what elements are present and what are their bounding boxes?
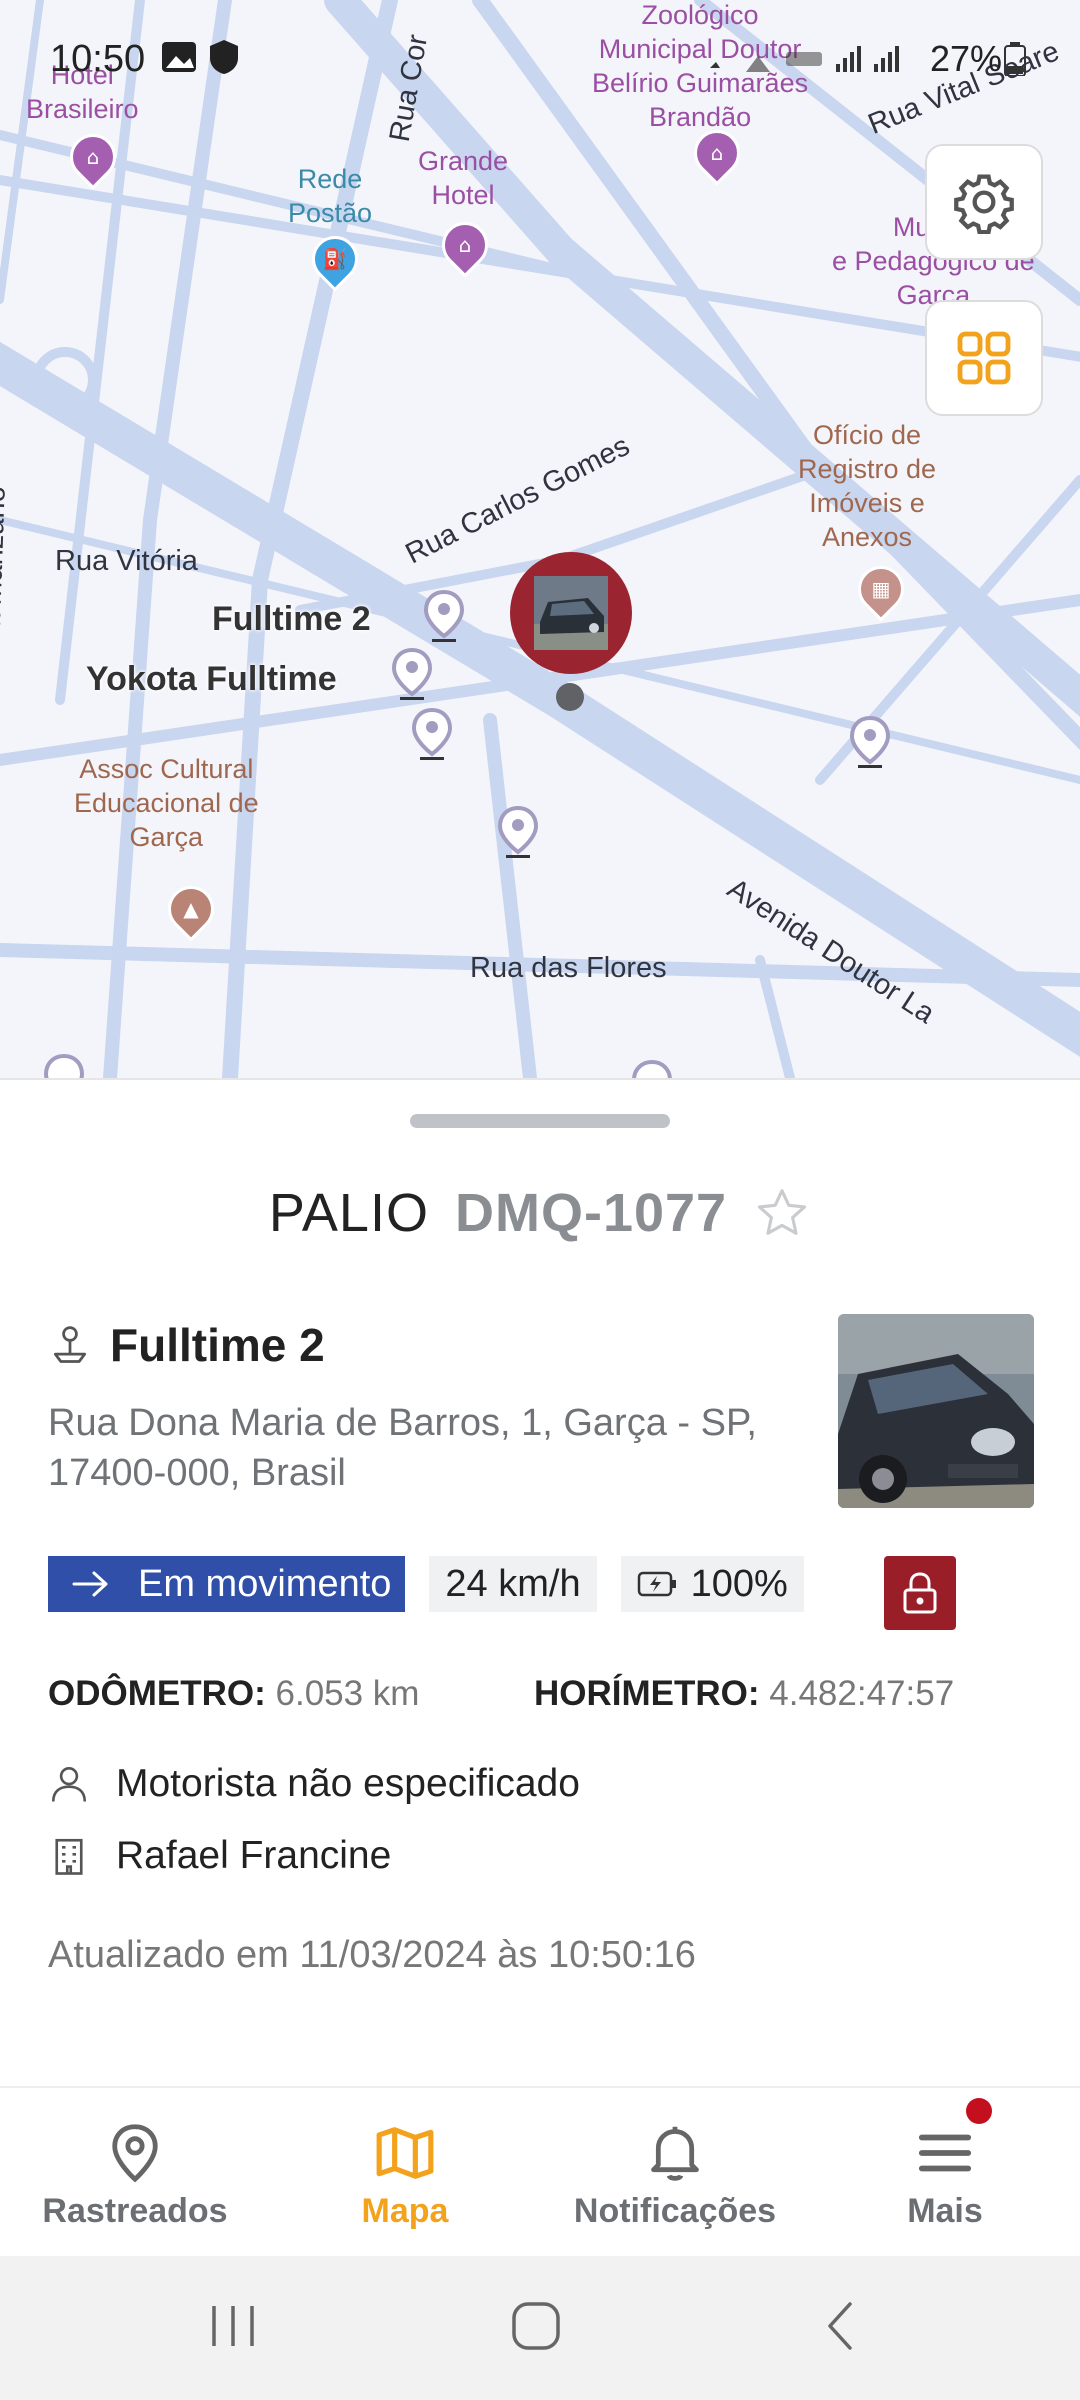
company-row: Rafael Francine — [48, 1834, 391, 1878]
location-title: Fulltime 2 — [110, 1319, 325, 1371]
nav-label: Mais — [907, 2192, 983, 2230]
settings-button[interactable] — [925, 144, 1043, 260]
status-chips: Em movimento 24 km/h 100% — [48, 1556, 804, 1612]
poi-label: Ofício de Registro de Imóveis e Anexos — [798, 420, 937, 552]
nav-label: Notificações — [573, 2192, 777, 2230]
nav-item-rastreados[interactable]: Rastreados — [0, 2088, 270, 2258]
vehicle-details-sheet[interactable]: PALIO DMQ-1077 Fulltime 2 Rua Dona Maria… — [0, 1078, 1080, 2086]
map-view[interactable]: Rua Carlos Gomes Rua Vitória Rua das Flo… — [0, 0, 1080, 1078]
lock-button[interactable] — [884, 1556, 956, 1630]
nav-item-mais[interactable]: Mais — [810, 2088, 1080, 2258]
battery-icon — [1004, 42, 1026, 76]
company-text: Rafael Francine — [116, 1834, 392, 1877]
system-navigation-bar — [0, 2256, 1080, 2400]
signal-icons — [710, 46, 899, 72]
street-label: Rua das Flores — [470, 952, 667, 984]
building-icon — [55, 1838, 83, 1875]
speed-text: 24 km/h — [445, 1562, 581, 1605]
status-badge: Em movimento — [48, 1556, 406, 1612]
vehicle-pin-icon[interactable] — [412, 708, 452, 760]
notification-dot — [966, 2098, 992, 2124]
gallery-icon — [162, 42, 196, 72]
nav-item-mapa[interactable]: Mapa — [270, 2088, 540, 2258]
car-photo-icon — [838, 1314, 1034, 1508]
battery-badge: 100% — [620, 1556, 804, 1612]
location-marker-icon — [53, 1326, 87, 1363]
user-icon — [51, 1766, 87, 1802]
vehicle-plate: DMQ-1077 — [454, 1183, 728, 1243]
favorite-star-icon[interactable] — [753, 1184, 811, 1242]
vehicle-name: PALIO — [268, 1183, 429, 1243]
arrow-right-icon — [72, 1571, 108, 1597]
street-label: Rua Vitória — [55, 545, 198, 577]
battery-charging-icon — [637, 1571, 676, 1597]
poi-label: Rede Postão — [288, 164, 373, 228]
hourmeter-label: HORÍMETRO: — [534, 1674, 760, 1713]
vehicle-label[interactable]: Fulltime 2 — [212, 600, 371, 639]
car-photo-icon — [534, 576, 608, 650]
battery-text: 100% — [690, 1562, 788, 1605]
hourmeter-value: 4.482:47:57 — [769, 1674, 955, 1713]
menu-icon — [918, 2134, 972, 2172]
odometer-value: 6.053 km — [275, 1674, 420, 1713]
layers-button[interactable] — [925, 300, 1043, 416]
location-row: Fulltime 2 — [48, 1318, 325, 1372]
nav-item-notificacoes[interactable]: Notificações — [540, 2088, 810, 2258]
recent-apps-icon[interactable] — [208, 2302, 258, 2350]
grid-icon — [957, 331, 1011, 385]
vehicle-address: Rua Dona Maria de Barros, 1, Garça - SP,… — [48, 1402, 757, 1494]
selected-vehicle-marker[interactable] — [510, 552, 632, 674]
status-bar: 10:50 27% — [0, 0, 1080, 120]
vehicle-photo[interactable] — [838, 1314, 1034, 1508]
driver-text: Motorista não especificado — [116, 1762, 580, 1805]
lock-icon — [903, 1572, 937, 1614]
vehicle-title-row: PALIO DMQ-1077 — [0, 1182, 1080, 1244]
poi-label: Grande Hotel — [418, 146, 509, 210]
vehicle-pin-icon[interactable] — [498, 806, 538, 858]
bell-icon — [651, 2126, 699, 2181]
vehicle-pin-icon[interactable] — [632, 1060, 672, 1078]
vehicle-pin-icon[interactable] — [424, 590, 464, 642]
driver-row: Motorista não especificado — [48, 1762, 580, 1806]
status-time: 10:50 — [50, 38, 146, 80]
status-text: Em movimento — [138, 1562, 392, 1605]
gear-icon — [954, 174, 1014, 234]
home-icon[interactable] — [510, 2300, 562, 2352]
speed-badge: 24 km/h — [429, 1556, 597, 1612]
map-icon — [376, 2127, 434, 2179]
vehicle-pin-icon[interactable] — [850, 716, 890, 768]
odometer-label: ODÔMETRO: — [48, 1674, 266, 1713]
odometer-row: ODÔMETRO: 6.053 km — [48, 1674, 419, 1714]
last-updated-text: Atualizado em 11/03/2024 às 10:50:16 — [48, 1934, 696, 1976]
sheet-drag-handle[interactable] — [410, 1114, 670, 1128]
hourmeter-row: HORÍMETRO: 4.482:47:57 — [534, 1674, 954, 1714]
status-battery: 27% — [930, 38, 1003, 79]
vehicle-pin-icon[interactable] — [44, 1054, 84, 1078]
poi-label: Assoc Cultural Educacional de Garça — [74, 754, 259, 852]
nav-label: Mapa — [361, 2192, 449, 2230]
location-pin-icon — [112, 2124, 158, 2183]
vehicle-pin-icon[interactable] — [392, 648, 432, 700]
vehicle-label[interactable]: Yokota Fulltime — [86, 660, 337, 699]
nav-label: Rastreados — [42, 2192, 228, 2230]
bottom-navigation: Rastreados Mapa Notificações Mais — [0, 2086, 1080, 2256]
shield-icon — [210, 40, 238, 74]
back-icon[interactable] — [822, 2300, 858, 2352]
